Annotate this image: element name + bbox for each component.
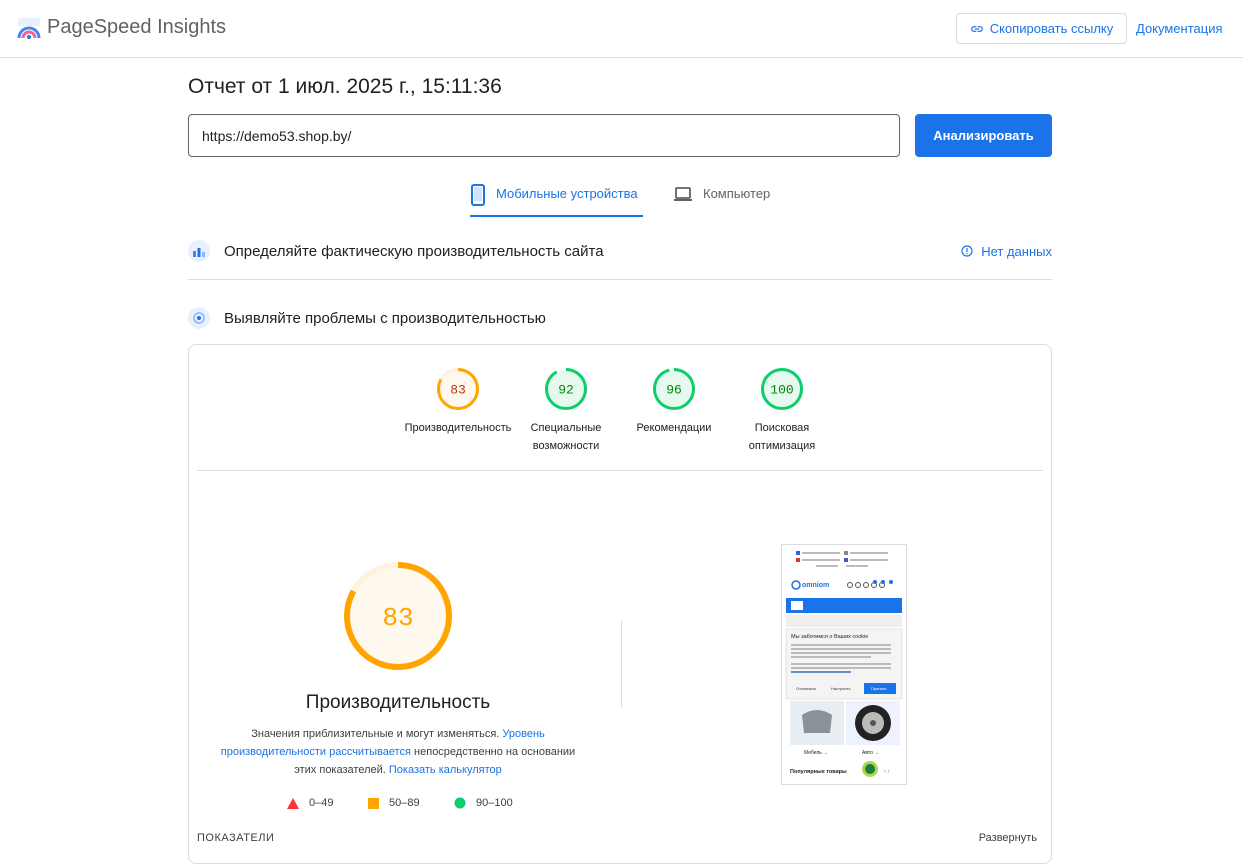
expand-link[interactable]: Развернуть	[979, 832, 1037, 844]
score-value: 83	[450, 383, 466, 398]
lab-data-section: Выявляйте проблемы с производительностью	[188, 307, 1052, 329]
card-divider	[197, 470, 1043, 471]
no-data-label: Нет данных	[981, 243, 1052, 259]
analyze-button[interactable]: Анализировать	[915, 114, 1052, 157]
info-icon	[961, 245, 973, 257]
tab-mobile-label: Мобильные устройства	[496, 186, 638, 201]
legend-average: 50–89	[368, 797, 420, 809]
lab-data-title: Выявляйте проблемы с производительностью	[224, 309, 546, 327]
performance-gauge: 83	[344, 562, 452, 670]
performance-title: Производительность	[305, 692, 491, 713]
score-value: 96	[666, 383, 682, 398]
circle-icon	[454, 797, 466, 809]
top-bar: PageSpeed Insights Скопировать ссылку До…	[0, 0, 1243, 58]
lighthouse-icon	[188, 307, 210, 329]
url-input[interactable]	[188, 114, 900, 157]
svg-text:Настроить: Настроить	[831, 686, 851, 691]
svg-text:Мы заботимся о Ваших cookie: Мы заботимся о Ваших cookie	[791, 634, 868, 640]
no-data-status[interactable]: Нет данных	[961, 244, 1052, 259]
page-screenshot: omniom Мы заботимся о Ваших cookie Отклю…	[781, 544, 907, 785]
crux-icon	[188, 240, 210, 262]
score-label: Рекомендации	[636, 422, 712, 434]
performance-description: Значения приблизительные и могут изменят…	[220, 728, 576, 776]
svg-text:Принять: Принять	[871, 686, 887, 691]
svg-text:Авто →: Авто →	[862, 750, 879, 756]
copy-link-button[interactable]: Скопировать ссылку	[956, 13, 1127, 44]
vertical-divider	[621, 621, 622, 708]
score-label: Специальные возможности	[530, 422, 602, 452]
link-icon	[970, 25, 983, 32]
report-card: 83 Производительность 92 Специальные возм…	[188, 344, 1052, 864]
gauge-ring: 100	[761, 368, 803, 410]
smartphone-icon	[471, 184, 485, 206]
gauge-ring: 83	[437, 368, 479, 410]
show-calculator-link[interactable]: Показать калькулятор	[389, 764, 502, 776]
svg-text:omniom: omniom	[802, 582, 829, 589]
screenshot-image: omniom Мы заботимся о Ваших cookie Отклю…	[782, 545, 906, 784]
documentation-link[interactable]: Документация	[1136, 21, 1223, 36]
score-label: Поисковая оптимизация	[748, 422, 816, 452]
tab-desktop[interactable]: Компьютер	[673, 184, 770, 217]
svg-text:Отключить: Отключить	[796, 686, 816, 691]
section-divider	[188, 279, 1052, 280]
field-data-section: Определяйте фактическую производительнос…	[188, 240, 1052, 262]
field-data-title: Определяйте фактическую производительнос…	[224, 242, 604, 260]
tab-desktop-label: Компьютер	[703, 186, 771, 201]
svg-text:‹ ›: ‹ ›	[884, 769, 890, 775]
performance-score: 83	[382, 603, 413, 633]
report-title: Отчет от 1 июл. 2025 г., 15:11:36	[188, 75, 502, 98]
score-label: Производительность	[404, 422, 512, 434]
score-value: 100	[770, 383, 793, 398]
legend-fail: 0–49	[287, 797, 333, 809]
triangle-icon	[287, 797, 299, 809]
score-value: 92	[558, 383, 574, 398]
svg-text:Мебель →: Мебель →	[804, 750, 828, 756]
legend-pass: 90–100	[454, 797, 513, 809]
metrics-heading: ПОКАЗАТЕЛИ	[197, 832, 275, 844]
square-icon	[368, 797, 379, 809]
app-title: PageSpeed Insights	[47, 16, 227, 38]
pagespeed-logo-icon	[17, 18, 41, 39]
tab-mobile[interactable]: Мобильные устройства	[470, 184, 643, 217]
laptop-icon	[674, 187, 692, 201]
svg-text:Популярные товары: Популярные товары	[790, 769, 847, 775]
gauge-ring: 96	[653, 368, 695, 410]
gauge-ring: 92	[545, 368, 587, 410]
copy-link-label: Скопировать ссылку	[989, 21, 1114, 36]
